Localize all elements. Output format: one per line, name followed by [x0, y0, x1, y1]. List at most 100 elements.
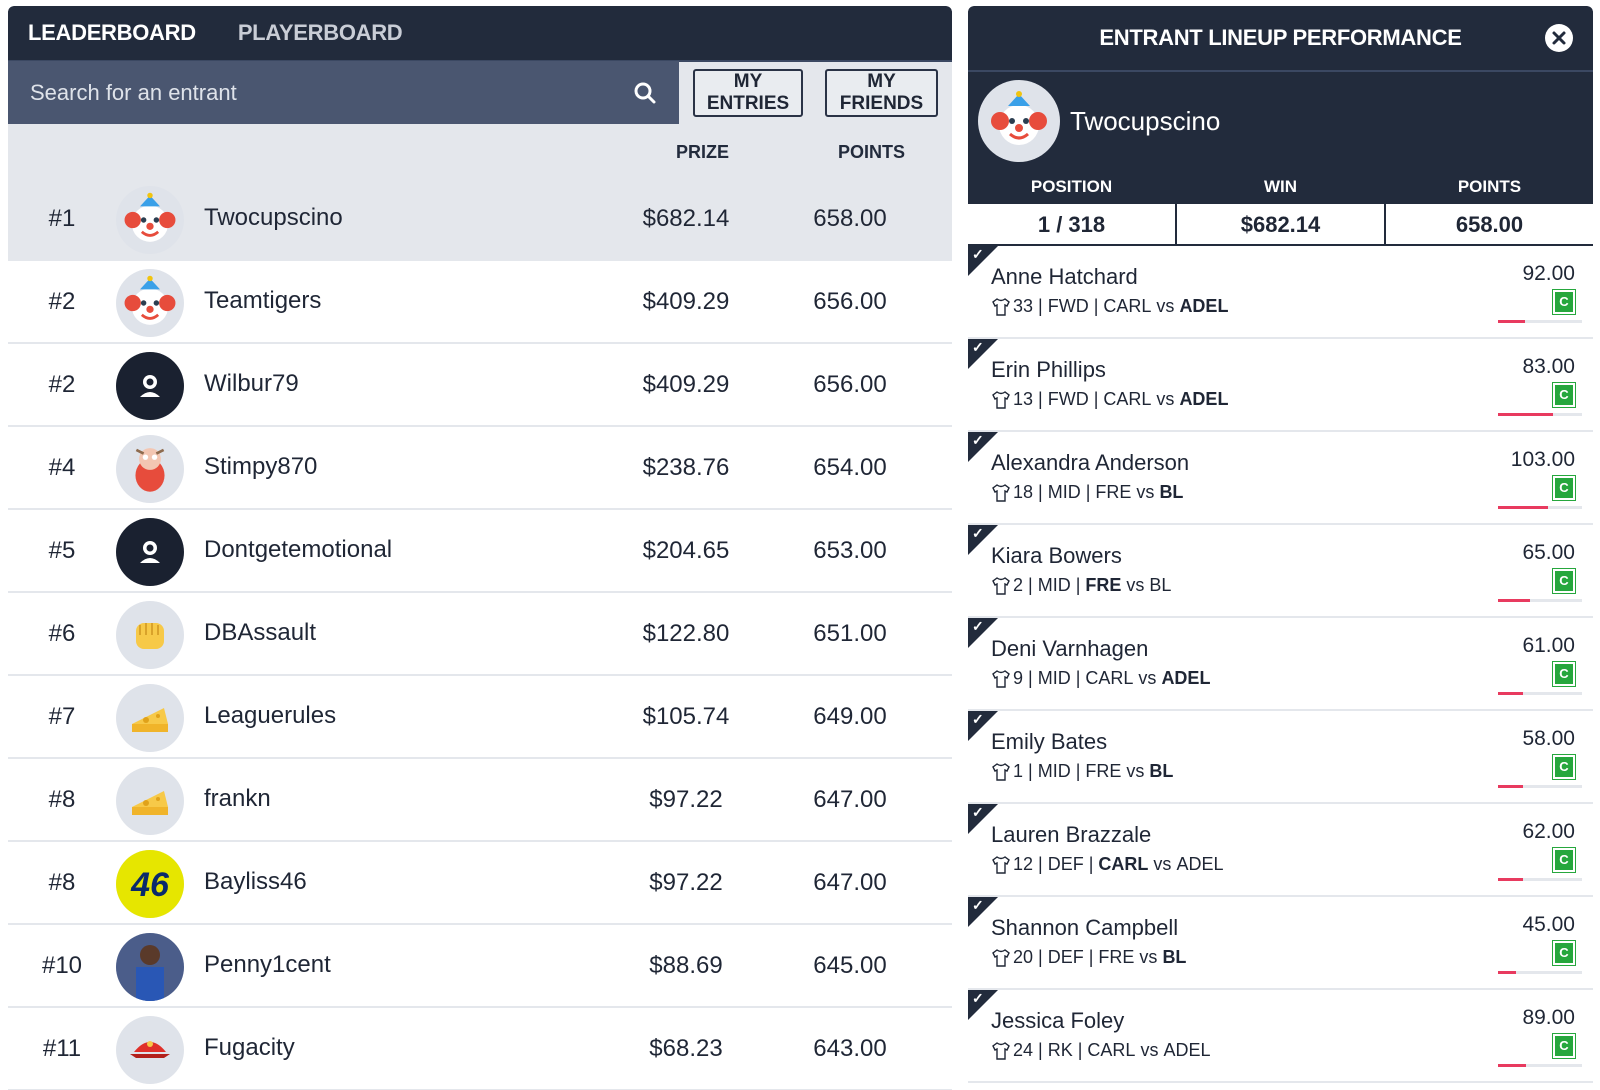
vs-label: vs: [1138, 668, 1157, 688]
vs-label: vs: [1126, 575, 1145, 595]
points-value: 645.00: [813, 952, 887, 979]
rank: #8: [48, 869, 76, 896]
status-badge: C: [1552, 475, 1576, 501]
entrant-name[interactable]: Penny1cent: [204, 951, 331, 979]
cheese-avatar-icon: [116, 684, 184, 752]
jersey-icon: [992, 762, 1010, 781]
search-input[interactable]: [30, 80, 590, 106]
status-badge: C: [1552, 568, 1576, 594]
player-number: 20: [1013, 947, 1034, 967]
progress-fill: [1498, 785, 1524, 788]
player-row[interactable]: ✓ Lauren Brazzale 12 | DEF | CARL vs ADEL 6…: [968, 804, 1593, 897]
player-score: 83.00: [1522, 355, 1575, 378]
player-row[interactable]: ✓ Shannon Campbell 20 | DEF | FRE vs BL 45.…: [968, 897, 1593, 990]
player-position: MID: [1037, 575, 1071, 595]
points-value: 647.00: [813, 869, 887, 896]
entrant-name[interactable]: Dontgetemotional: [204, 536, 392, 564]
player-name: Anne Hatchard: [991, 264, 1138, 289]
away-team: BL: [1149, 761, 1174, 781]
leaderboard-row[interactable]: #8 frankn $97.22 647.00: [8, 759, 952, 842]
player-number: 9: [1013, 668, 1024, 688]
points-value: 653.00: [813, 537, 887, 564]
separator: |: [1033, 482, 1048, 502]
leaderboard-row[interactable]: #6 DBAssault $122.80 651.00: [8, 593, 952, 676]
player-name: Kiara Bowers: [991, 543, 1122, 568]
progress-bar: [1498, 599, 1582, 602]
prize-value: $97.22: [649, 869, 723, 896]
away-team: ADEL: [1176, 854, 1224, 874]
leaderboard-row[interactable]: #4 Stimpy870 $238.76 654.00: [8, 427, 952, 510]
points-value: 654.00: [813, 454, 887, 481]
leaderboard-row[interactable]: #2 Wilbur79 $409.29 656.00: [8, 344, 952, 427]
player-position: DEF: [1047, 947, 1084, 967]
home-team: CARL: [1085, 668, 1134, 688]
red-cap-avatar-icon: [116, 1016, 184, 1084]
close-icon[interactable]: [1545, 24, 1573, 52]
my-friends-button[interactable]: MY FRIENDS: [825, 69, 938, 117]
check-icon: ✓: [972, 618, 984, 634]
player-row[interactable]: ✓ Kiara Bowers 2 | MID | FRE vs BL 65.00 C: [968, 525, 1593, 618]
leaderboard-panel: LEADERBOARD PLAYERBOARD MY ENTRIES MY FR…: [8, 6, 952, 1090]
separator: |: [1070, 575, 1086, 595]
clown-avatar-icon: [116, 269, 184, 337]
leaderboard-row[interactable]: #11 Fugacity $68.23 643.00: [8, 1008, 952, 1090]
player-number: 13: [1013, 389, 1034, 409]
progress-fill: [1498, 1064, 1526, 1067]
home-team: FRE: [1085, 761, 1122, 781]
player-position: MID: [1037, 668, 1071, 688]
player-score: 65.00: [1522, 541, 1575, 564]
tab-leaderboard[interactable]: LEADERBOARD: [28, 20, 196, 46]
leaderboard-row[interactable]: #2 Teamtigers $409.29 656.00: [8, 261, 952, 344]
away-team: BL: [1149, 575, 1172, 595]
check-icon: ✓: [972, 525, 984, 541]
status-badge: C: [1552, 754, 1576, 780]
entrant-name[interactable]: Bayliss46: [204, 868, 307, 896]
player-number: 12: [1013, 854, 1034, 874]
entrant-name[interactable]: Twocupscino: [204, 204, 343, 232]
status-badge: C: [1552, 847, 1576, 873]
leaderboard-row[interactable]: #5 Dontgetemotional $204.65 653.00: [8, 510, 952, 593]
entrant-name[interactable]: Teamtigers: [204, 287, 321, 315]
check-icon: ✓: [972, 804, 984, 820]
entrant-name[interactable]: Fugacity: [204, 1034, 295, 1062]
number-46-avatar-icon: 46: [116, 850, 184, 918]
player-meta: 20 | DEF | FRE vs BL: [991, 947, 1186, 968]
separator: |: [1070, 761, 1086, 781]
search-icon[interactable]: [633, 81, 657, 105]
player-name: Deni Varnhagen: [991, 636, 1149, 661]
entrant-name[interactable]: Wilbur79: [204, 370, 299, 398]
separator: |: [1080, 482, 1096, 502]
entrant-name[interactable]: DBAssault: [204, 619, 316, 647]
jersey-icon: [992, 483, 1010, 502]
tab-playerboard[interactable]: PLAYERBOARD: [238, 20, 403, 46]
vs-label: vs: [1139, 947, 1158, 967]
entrant-name[interactable]: Leaguerules: [204, 702, 336, 730]
player-row[interactable]: ✓ Erin Phillips 13 | FWD | CARL vs ADEL 83.…: [968, 339, 1593, 432]
default-user-avatar-icon: [116, 518, 184, 586]
leaderboard-row[interactable]: #8 46 Bayliss46 $97.22 647.00: [8, 842, 952, 925]
points-value: 643.00: [813, 1035, 887, 1062]
leaderboard-row[interactable]: #1 Twocupscino $682.14 658.00: [8, 178, 952, 261]
vs-label: vs: [1140, 1040, 1159, 1060]
entrant-name[interactable]: Stimpy870: [204, 453, 317, 481]
player-row[interactable]: ✓ Emily Bates 1 | MID | FRE vs BL 58.00 C: [968, 711, 1593, 804]
separator: |: [1023, 761, 1038, 781]
home-team: CARL: [1103, 296, 1152, 316]
separator: |: [1033, 296, 1048, 316]
check-icon: ✓: [972, 432, 984, 448]
player-row[interactable]: ✓ Anne Hatchard 33 | FWD | CARL vs ADEL 92.…: [968, 246, 1593, 339]
leaderboard-row[interactable]: #10 Penny1cent $88.69 645.00: [8, 925, 952, 1008]
tab-bar: LEADERBOARD PLAYERBOARD: [8, 6, 952, 60]
my-entries-button[interactable]: MY ENTRIES: [693, 69, 803, 117]
player-meta: 13 | FWD | CARL vs ADEL: [991, 389, 1228, 410]
player-row[interactable]: ✓ Jessica Foley 24 | RK | CARL vs ADEL 89.0…: [968, 990, 1593, 1083]
player-row[interactable]: ✓ Deni Varnhagen 9 | MID | CARL vs ADEL 61.…: [968, 618, 1593, 711]
separator: |: [1088, 296, 1104, 316]
leaderboard-row[interactable]: #7 Leaguerules $105.74 649.00: [8, 676, 952, 759]
points-value: 651.00: [813, 620, 887, 647]
rank: #2: [48, 371, 76, 398]
home-team: CARL: [1087, 1040, 1136, 1060]
player-score: 45.00: [1522, 913, 1575, 936]
entrant-name[interactable]: frankn: [204, 785, 271, 813]
player-row[interactable]: ✓ Alexandra Anderson 18 | MID | FRE vs BL 1…: [968, 432, 1593, 525]
